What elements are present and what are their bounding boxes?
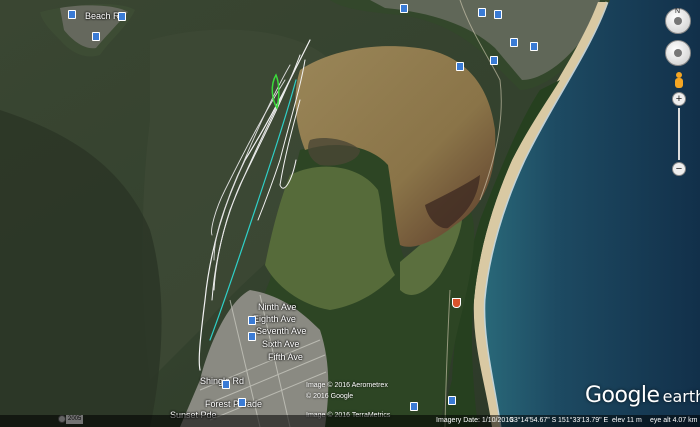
poi-marker[interactable]: [490, 56, 498, 65]
elevation: elev 11 m: [612, 417, 642, 424]
route-shield[interactable]: [452, 298, 461, 308]
look-joystick-icon: [674, 17, 682, 25]
poi-marker[interactable]: [478, 8, 486, 17]
zoom-in-button[interactable]: +: [672, 92, 686, 106]
poi-marker[interactable]: [238, 398, 246, 407]
poi-marker[interactable]: [456, 62, 464, 71]
poi-marker[interactable]: [118, 12, 126, 21]
look-joystick[interactable]: N: [665, 8, 691, 34]
status-bar: Imagery Date: 1/10/2016 33°14'54.67" S 1…: [0, 415, 700, 427]
google-earth-logo: Googleearth: [585, 383, 700, 408]
poi-marker[interactable]: [92, 32, 100, 41]
poi-marker[interactable]: [400, 4, 408, 13]
poi-marker[interactable]: [494, 10, 502, 19]
poi-marker[interactable]: [448, 396, 456, 405]
zoom-out-button[interactable]: −: [672, 162, 686, 176]
navigation-controls: N + −: [665, 8, 693, 176]
poi-marker[interactable]: [222, 380, 230, 389]
imagery-date: Imagery Date: 1/10/2016: [436, 417, 514, 424]
copyright-line-1: Image © 2016 Aerometrex: [306, 382, 388, 389]
copyright-line-2: © 2016 Google: [306, 393, 354, 400]
eye-altitude: eye alt 4.07 km: [650, 417, 698, 424]
poi-marker[interactable]: [510, 38, 518, 47]
poi-marker[interactable]: [68, 10, 76, 19]
map-viewport[interactable]: Beach Rd Ninth Ave Eighth Ave Seventh Av…: [0, 0, 700, 427]
poi-marker[interactable]: [530, 42, 538, 51]
poi-marker[interactable]: [248, 332, 256, 341]
longitude: 151°33'13.79" E: [558, 417, 609, 424]
move-joystick[interactable]: [665, 40, 691, 66]
poi-marker[interactable]: [248, 316, 256, 325]
logo-earth-text: earth: [662, 387, 700, 406]
latitude: 33°14'54.67" S: [510, 417, 557, 424]
logo-google-text: Google: [585, 383, 660, 408]
satellite-map[interactable]: [0, 0, 700, 427]
compass-north-label: N: [675, 8, 681, 15]
street-view-pegman-icon[interactable]: [674, 72, 684, 88]
poi-marker[interactable]: [410, 402, 418, 411]
move-joystick-icon: [674, 49, 682, 57]
zoom-slider[interactable]: [678, 108, 680, 160]
